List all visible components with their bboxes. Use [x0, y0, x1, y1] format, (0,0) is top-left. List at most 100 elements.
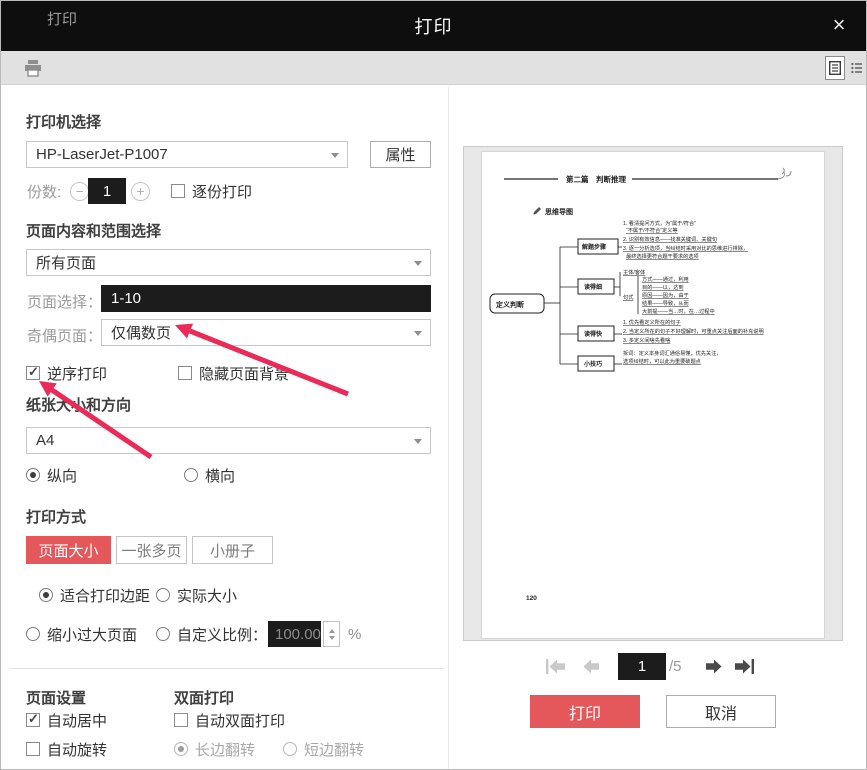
nav-page-total: /5	[669, 658, 682, 675]
spinner-down-icon[interactable]	[328, 635, 335, 640]
caret-down-icon	[414, 439, 422, 444]
hide-background-label: 隐藏页面背景	[199, 365, 290, 383]
shrink-oversized-radio[interactable]	[26, 627, 40, 641]
paper-size-value: A4	[36, 432, 55, 449]
preview-page-content: 第二篇 判断推理 思维导图 定义判断 解题步骤 1. 看清提问方式，为“属于/符…	[489, 167, 792, 602]
copies-minus-icon[interactable]: −	[70, 181, 90, 201]
page-select-label: 页面选择：	[27, 294, 103, 311]
nav-page-input[interactable]: 1	[618, 653, 666, 680]
collate-checkbox[interactable]	[171, 184, 185, 198]
range-section-header: 页面内容和范围选择	[26, 223, 162, 240]
tips-line: 拆词：定义本身词汇通俗易懂，优先关注，	[623, 349, 722, 357]
copies-input[interactable]: 1	[88, 178, 126, 204]
print-dialog: 打印 × 打印 打印机选择 HP-LaserJet-P1007 属性 份数: −…	[0, 0, 867, 770]
fast-line: 3. 多定义间啥先看啥	[623, 336, 671, 344]
close-icon[interactable]: ×	[826, 13, 852, 39]
dialog-title: 打印	[414, 17, 453, 37]
copies-plus-icon[interactable]: +	[131, 181, 150, 201]
auto-rotate-checkbox[interactable]	[26, 742, 40, 756]
preview-chapter-header: 第二篇 判断推理	[566, 174, 626, 184]
tab-booklet[interactable]: 小册子	[192, 536, 273, 564]
shrink-oversized-label: 缩小过大页面	[47, 626, 138, 644]
nav-last-icon[interactable]	[733, 658, 755, 675]
steps-line: 3. 逐一分析选项，当纠结时采用对比的思维进行排除，	[623, 244, 748, 252]
printer-select-value: HP-LaserJet-P1007	[36, 146, 168, 163]
tab-multiple-per-sheet[interactable]: 一张多页	[116, 536, 187, 564]
caret-down-icon	[414, 261, 422, 266]
custom-scale-input[interactable]: 100.00	[268, 621, 321, 647]
pencil-icon	[533, 207, 541, 215]
print-button[interactable]: 打印	[530, 695, 640, 728]
caret-down-icon	[414, 331, 422, 336]
nav-first-icon[interactable]	[545, 658, 567, 675]
steps-line: “不属于/不符合”定义等	[626, 226, 678, 234]
auto-rotate-label: 自动旋转	[47, 741, 108, 759]
careful-line: 大前提——当…时，在…过程中	[642, 307, 715, 315]
portrait-radio[interactable]	[26, 468, 40, 482]
odd-even-select[interactable]: 仅偶数页	[101, 319, 431, 346]
fit-margins-label: 适合打印边距	[60, 587, 151, 605]
nav-prev-icon[interactable]	[581, 658, 601, 675]
careful-line: 原因——因为，由于	[642, 291, 689, 299]
mode-section-header: 打印方式	[26, 509, 87, 526]
actual-size-radio[interactable]	[156, 588, 170, 602]
auto-center-checkbox[interactable]	[26, 711, 40, 727]
percent-label: %	[348, 626, 362, 643]
preview-map-title: 思维导图	[545, 207, 573, 216]
panel-divider	[448, 86, 449, 769]
caret-down-icon	[331, 153, 339, 158]
nav-next-icon[interactable]	[704, 658, 724, 675]
printer-select[interactable]: HP-LaserJet-P1007	[26, 141, 348, 168]
short-edge-label: 短边翻转	[304, 741, 365, 759]
branch-fast-label: 读得快	[584, 330, 603, 338]
auto-duplex-checkbox[interactable]	[174, 713, 188, 727]
odd-even-value: 仅偶数页	[111, 325, 172, 342]
branch-steps-label: 解题步骤	[582, 243, 606, 251]
paper-size-select[interactable]: A4	[26, 427, 431, 454]
duplex-header: 双面打印	[174, 690, 235, 707]
landscape-label: 横向	[205, 467, 236, 485]
tab-page-size[interactable]: 页面大小	[26, 536, 111, 564]
careful-head: 主体/客体	[623, 268, 646, 276]
spinner-up-icon[interactable]	[328, 628, 335, 633]
auto-center-label: 自动居中	[47, 712, 108, 730]
page-view-toggle-icon[interactable]	[825, 56, 845, 80]
landscape-radio[interactable]	[184, 468, 198, 482]
cancel-button[interactable]: 取消	[666, 695, 776, 728]
preview-page-number: 120	[526, 595, 537, 602]
page-setup-header: 页面设置	[26, 690, 87, 707]
page-scope-select[interactable]: 所有页面	[26, 249, 431, 276]
custom-scale-radio[interactable]	[156, 627, 170, 641]
branch-tips-label: 小技巧	[583, 360, 602, 368]
collate-label: 逐份打印	[192, 183, 253, 201]
reverse-print-checkbox[interactable]	[26, 364, 40, 380]
branch-careful-label: 读得细	[584, 283, 602, 291]
short-edge-radio[interactable]	[283, 742, 297, 756]
long-edge-radio[interactable]	[174, 742, 188, 756]
page-scope-value: 所有页面	[36, 255, 97, 272]
steps-line: 2. 识别有效信息——找准关键词、关键句	[623, 235, 717, 243]
print-preview-area: 第二篇 判断推理 思维导图 定义判断 解题步骤 1. 看清提问方式，为“属于/符…	[463, 146, 843, 641]
fit-margins-radio[interactable]	[39, 588, 53, 602]
properties-button[interactable]: 属性	[370, 141, 431, 168]
long-edge-label: 长边翻转	[195, 741, 256, 759]
custom-scale-stepper[interactable]	[323, 621, 340, 647]
print-preview-page[interactable]: 第二篇 判断推理 思维导图 定义判断 解题步骤 1. 看清提问方式，为“属于/符…	[481, 151, 825, 639]
mindmap-root: 定义判断	[496, 300, 524, 309]
custom-scale-label: 自定义比例：	[177, 626, 268, 644]
odd-even-label: 奇偶页面：	[27, 328, 103, 345]
steps-line: 最终选择更符合题干要求的选项	[626, 252, 699, 260]
portrait-label: 纵向	[47, 467, 78, 485]
tips-line: 选项纠结时，可以此为重要破题点	[623, 357, 701, 365]
printer-icon	[25, 60, 41, 77]
page-range-input[interactable]: 1-10	[101, 285, 431, 312]
section-divider	[9, 668, 444, 669]
auto-duplex-label: 自动双面打印	[195, 712, 286, 730]
careful-line: 方式——通过，利用	[642, 275, 689, 283]
outline-view-toggle-icon[interactable]	[847, 56, 866, 80]
dialog-titlebar: 打印	[1, 1, 866, 51]
careful-sentence: 句式	[623, 293, 634, 301]
hide-background-checkbox[interactable]	[178, 366, 192, 380]
paper-section-header: 纸张大小和方向	[26, 397, 132, 414]
fast-line: 1. 优先看定义所在的句子	[623, 318, 681, 326]
